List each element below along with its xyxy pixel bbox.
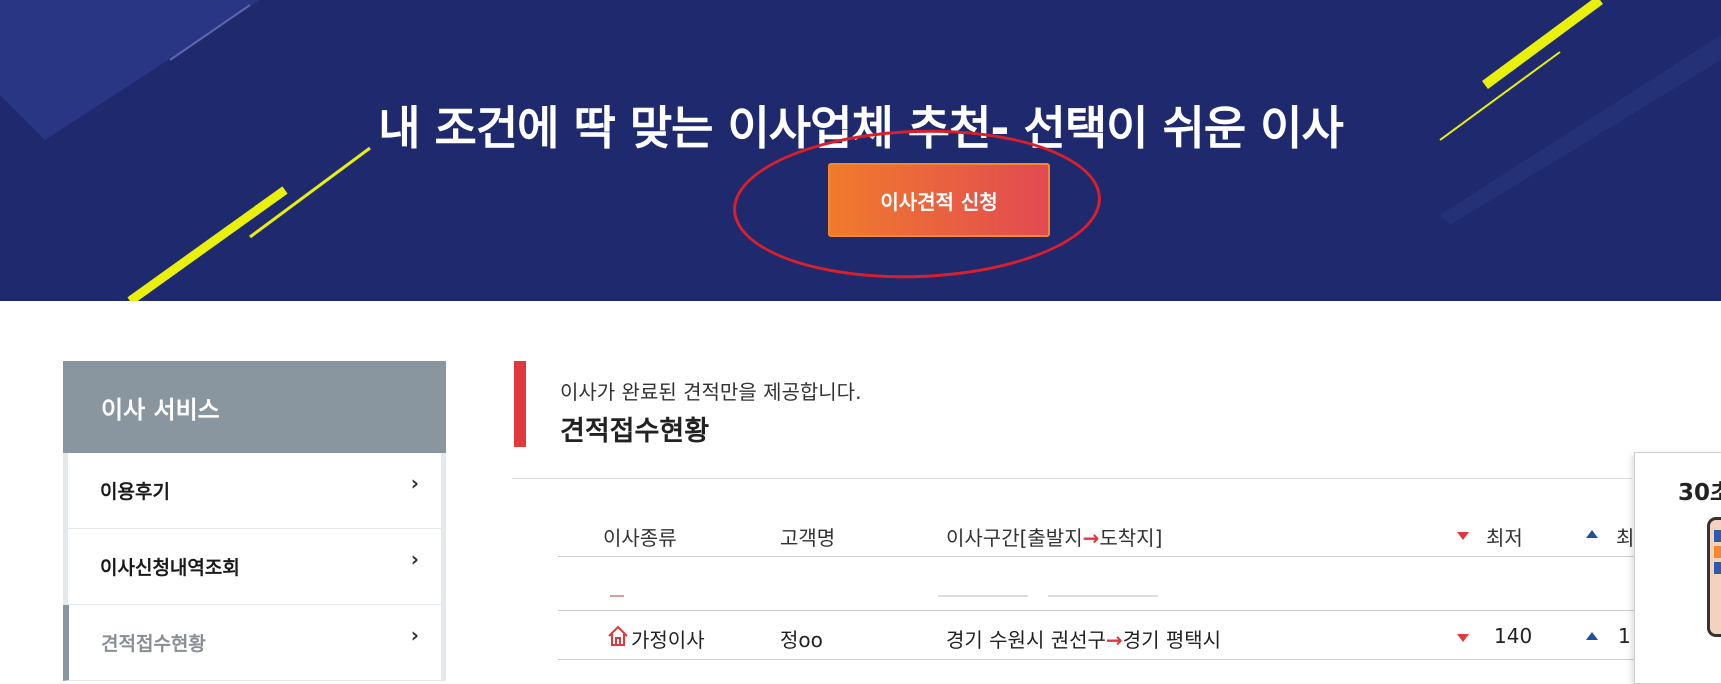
down-triangle-icon — [1457, 634, 1469, 642]
row-route-to: 경기 평택시 — [1122, 628, 1222, 652]
row-max: 1 — [1618, 624, 1631, 648]
arrow-right-icon: → — [1105, 628, 1123, 652]
header-route-end: 도착지] — [1099, 526, 1163, 550]
row-customer: 정oo — [780, 628, 823, 652]
up-triangle-icon — [1586, 632, 1598, 640]
row-route-from: 경기 수원시 권선구 — [946, 628, 1106, 652]
sidebar: 이사 서비스 이용후기 › 이사신청내역조회 › 견적접수현황 › — [63, 361, 446, 681]
header-move-type: 이사종류 — [603, 526, 677, 550]
header-customer: 고객명 — [780, 526, 836, 550]
arrow-right-icon: → — [1082, 526, 1100, 550]
sidebar-item-estimate-status[interactable]: 견적접수현황 › — [63, 605, 446, 681]
header-route-start: 이사구간[출발지 — [946, 526, 1083, 550]
divider — [512, 478, 1632, 479]
down-triangle-icon — [1457, 532, 1469, 540]
table-header: 이사종류 고객명 이사구간[출발지→도착지] 최저 최 — [558, 520, 1668, 556]
divider — [558, 659, 1638, 660]
sidebar-item-label: 견적접수현황 — [101, 633, 206, 655]
header-route: 이사구간[출발지→도착지] — [946, 522, 1162, 551]
header-min: 최저 — [1486, 526, 1523, 550]
divider — [558, 556, 1638, 557]
page-title: 견적접수현황 — [560, 416, 710, 447]
chevron-right-icon: › — [410, 623, 419, 647]
section-accent-bar — [514, 361, 526, 447]
notice-text: 이사가 완료된 견적만을 제공합니다. — [560, 380, 862, 404]
header-max: 최 — [1616, 526, 1635, 550]
sidebar-heading: 이사 서비스 — [63, 361, 446, 453]
phone-icon — [1707, 517, 1721, 637]
sidebar-item-request-history[interactable]: 이사신청내역조회 › — [63, 529, 446, 605]
sidebar-item-reviews[interactable]: 이용후기 › — [63, 453, 446, 529]
chevron-right-icon: › — [410, 471, 419, 495]
table-row[interactable]: 가정이사 정oo 경기 수원시 권선구→경기 평택시 140 1 — [558, 624, 1668, 654]
home-icon — [606, 624, 630, 653]
scrolling-row-partial — [558, 593, 1638, 611]
widget-title: 30초 — [1678, 480, 1721, 506]
row-min: 140 — [1494, 624, 1533, 648]
row-move-type: 가정이사 — [631, 628, 705, 652]
sidebar-item-label: 이용후기 — [100, 481, 170, 503]
floating-quick-widget[interactable]: 30초 — [1634, 452, 1721, 684]
divider — [558, 610, 1638, 611]
sidebar-item-label: 이사신청내역조회 — [100, 557, 240, 579]
hero-banner: 내 조건에 딱 맞는 이사업체 추천- 선택이 쉬운 이사 이사견적 신청 — [0, 0, 1721, 301]
row-route: 경기 수원시 권선구→경기 평택시 — [946, 624, 1221, 653]
chevron-right-icon: › — [410, 547, 419, 571]
up-triangle-icon — [1586, 530, 1598, 538]
